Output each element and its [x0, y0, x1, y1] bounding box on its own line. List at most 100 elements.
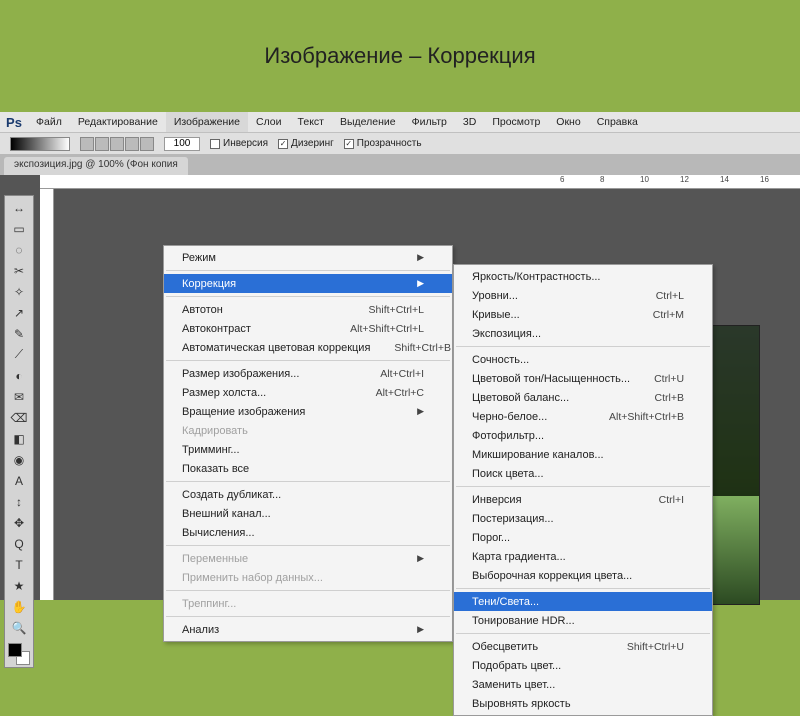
tool-10[interactable]: ⌫ [7, 408, 31, 427]
tool-0[interactable]: ↔ [7, 198, 31, 217]
menu-item-label: Размер холста... [182, 387, 266, 399]
tool-11[interactable]: ◧ [7, 429, 31, 448]
menu-corr-item[interactable]: Карта градиента... [454, 547, 712, 566]
menubar-item-редактирование[interactable]: Редактирование [70, 112, 166, 132]
menubar-item-просмотр[interactable]: Просмотр [484, 112, 548, 132]
tool-8[interactable]: ◐ [7, 366, 31, 385]
tool-7[interactable]: ⟋ [7, 345, 31, 364]
menu-corr-item[interactable]: Подобрать цвет... [454, 656, 712, 675]
menu-image-item[interactable]: Тримминг... [164, 440, 452, 459]
menubar-item-окно[interactable]: Окно [548, 112, 588, 132]
menu-corr-item[interactable]: ОбесцветитьShift+Ctrl+U [454, 637, 712, 656]
menu-corr-item[interactable]: Яркость/Контрастность... [454, 267, 712, 286]
menu-corr-item[interactable]: Тонирование HDR... [454, 611, 712, 630]
menu-image-item[interactable]: Режим▶ [164, 248, 452, 267]
menu-corr-item[interactable]: Экспозиция... [454, 324, 712, 343]
menu-item-label: Экспозиция... [472, 328, 541, 340]
tool-17[interactable]: T [7, 555, 31, 574]
menu-corr-item[interactable]: Выровнять яркость [454, 694, 712, 713]
menubar-item-3d[interactable]: 3D [455, 112, 484, 132]
menu-image-item[interactable]: АвтотонShift+Ctrl+L [164, 300, 452, 319]
menu-item-label: Тонирование HDR... [472, 615, 575, 627]
menu-image-item[interactable]: Анализ▶ [164, 620, 452, 639]
dither-checkbox[interactable]: ✓Дизеринг [278, 138, 334, 149]
menu-corr-item[interactable]: Микширование каналов... [454, 445, 712, 464]
document-tabbar: экспозиция.jpg @ 100% (Фон копия [0, 155, 800, 175]
menu-image-item[interactable]: Внешний канал... [164, 504, 452, 523]
document-tab[interactable]: экспозиция.jpg @ 100% (Фон копия [4, 157, 188, 175]
tool-1[interactable]: ▭ [7, 219, 31, 238]
menu-item-label: Фотофильтр... [472, 430, 544, 442]
menu-item-label: Порог... [472, 532, 510, 544]
opacity-input[interactable] [164, 137, 200, 151]
menu-corr-item[interactable]: Фотофильтр... [454, 426, 712, 445]
menu-corr-item[interactable]: Поиск цвета... [454, 464, 712, 483]
menu-corr-item[interactable]: Тени/Света... [454, 592, 712, 611]
menubar-item-слои[interactable]: Слои [248, 112, 290, 132]
submenu-arrow-icon: ▶ [417, 624, 424, 635]
menu-shortcut: Ctrl+B [655, 392, 684, 404]
submenu-arrow-icon: ▶ [417, 553, 424, 564]
menu-item-label: Микширование каналов... [472, 449, 604, 461]
gradient-swatch[interactable] [10, 137, 70, 151]
tool-12[interactable]: ◉ [7, 450, 31, 469]
menu-corr-item[interactable]: Цветовой тон/Насыщенность...Ctrl+U [454, 369, 712, 388]
menu-corr-item[interactable]: Цветовой баланс...Ctrl+B [454, 388, 712, 407]
menu-image-item[interactable]: АвтоконтрастAlt+Shift+Ctrl+L [164, 319, 452, 338]
tool-20[interactable]: 🔍 [7, 618, 31, 637]
menubar-item-фильтр[interactable]: Фильтр [404, 112, 455, 132]
color-swatch[interactable] [8, 643, 30, 665]
submenu-arrow-icon: ▶ [417, 252, 424, 263]
tool-5[interactable]: ↗ [7, 303, 31, 322]
tool-14[interactable]: ↕ [7, 492, 31, 511]
menu-image-item: Переменные▶ [164, 549, 452, 568]
menu-shortcut: Shift+Ctrl+U [627, 641, 684, 653]
tool-16[interactable]: Q [7, 534, 31, 553]
menu-image-sep [166, 616, 450, 617]
tool-15[interactable]: ✥ [7, 513, 31, 532]
menubar-item-выделение[interactable]: Выделение [332, 112, 404, 132]
menu-item-label: Карта градиента... [472, 551, 566, 563]
gradient-type-icons[interactable] [80, 137, 154, 151]
tool-18[interactable]: ★ [7, 576, 31, 595]
options-bar: Инверсия ✓Дизеринг ✓Прозрачность [0, 133, 800, 155]
menu-image-item[interactable]: Размер изображения...Alt+Ctrl+I [164, 364, 452, 383]
menu-image-item[interactable]: Показать все [164, 459, 452, 478]
tool-6[interactable]: ✎ [7, 324, 31, 343]
menu-image-item: Кадрировать [164, 421, 452, 440]
menu-image-item[interactable]: Вращение изображения▶ [164, 402, 452, 421]
menu-corr-item[interactable]: Черно-белое...Alt+Shift+Ctrl+B [454, 407, 712, 426]
tool-4[interactable]: ✧ [7, 282, 31, 301]
menu-corr-item[interactable]: Постеризация... [454, 509, 712, 528]
menubar-item-файл[interactable]: Файл [28, 112, 70, 132]
menu-corr-item[interactable]: Уровни...Ctrl+L [454, 286, 712, 305]
menu-item-label: Цветовой тон/Насыщенность... [472, 373, 630, 385]
tool-9[interactable]: ✉ [7, 387, 31, 406]
tool-2[interactable]: ◌ [7, 240, 31, 259]
menu-image-item[interactable]: Размер холста...Alt+Ctrl+C [164, 383, 452, 402]
menu-image-sep [166, 270, 450, 271]
menu-corr-item[interactable]: Сочность... [454, 350, 712, 369]
tool-3[interactable]: ✂ [7, 261, 31, 280]
menubar-item-изображение[interactable]: Изображение [166, 112, 248, 132]
inverse-checkbox[interactable]: Инверсия [210, 138, 268, 149]
menu-corr-item[interactable]: Кривые...Ctrl+M [454, 305, 712, 324]
menu-corr-item[interactable]: Выборочная коррекция цвета... [454, 566, 712, 585]
menu-image-item[interactable]: Создать дубликат... [164, 485, 452, 504]
menu-shortcut: Ctrl+L [656, 290, 684, 302]
menu-shortcut: Alt+Shift+Ctrl+L [350, 323, 424, 335]
tool-13[interactable]: A [7, 471, 31, 490]
menu-image-item: Треппинг... [164, 594, 452, 613]
menu-corr-item[interactable]: Порог... [454, 528, 712, 547]
menu-item-label: Поиск цвета... [472, 468, 544, 480]
menu-image-item[interactable]: Вычисления... [164, 523, 452, 542]
menu-image-item[interactable]: Автоматическая цветовая коррекцияShift+C… [164, 338, 452, 357]
menu-image-item[interactable]: Коррекция▶ [164, 274, 452, 293]
menu-corr-item[interactable]: Заменить цвет... [454, 675, 712, 694]
menu-image-sep [166, 360, 450, 361]
menu-corr-item[interactable]: ИнверсияCtrl+I [454, 490, 712, 509]
menubar-item-справка[interactable]: Справка [589, 112, 646, 132]
transparency-checkbox[interactable]: ✓Прозрачность [344, 138, 422, 149]
menubar-item-текст[interactable]: Текст [290, 112, 332, 132]
menu-item-label: Коррекция [182, 278, 236, 290]
